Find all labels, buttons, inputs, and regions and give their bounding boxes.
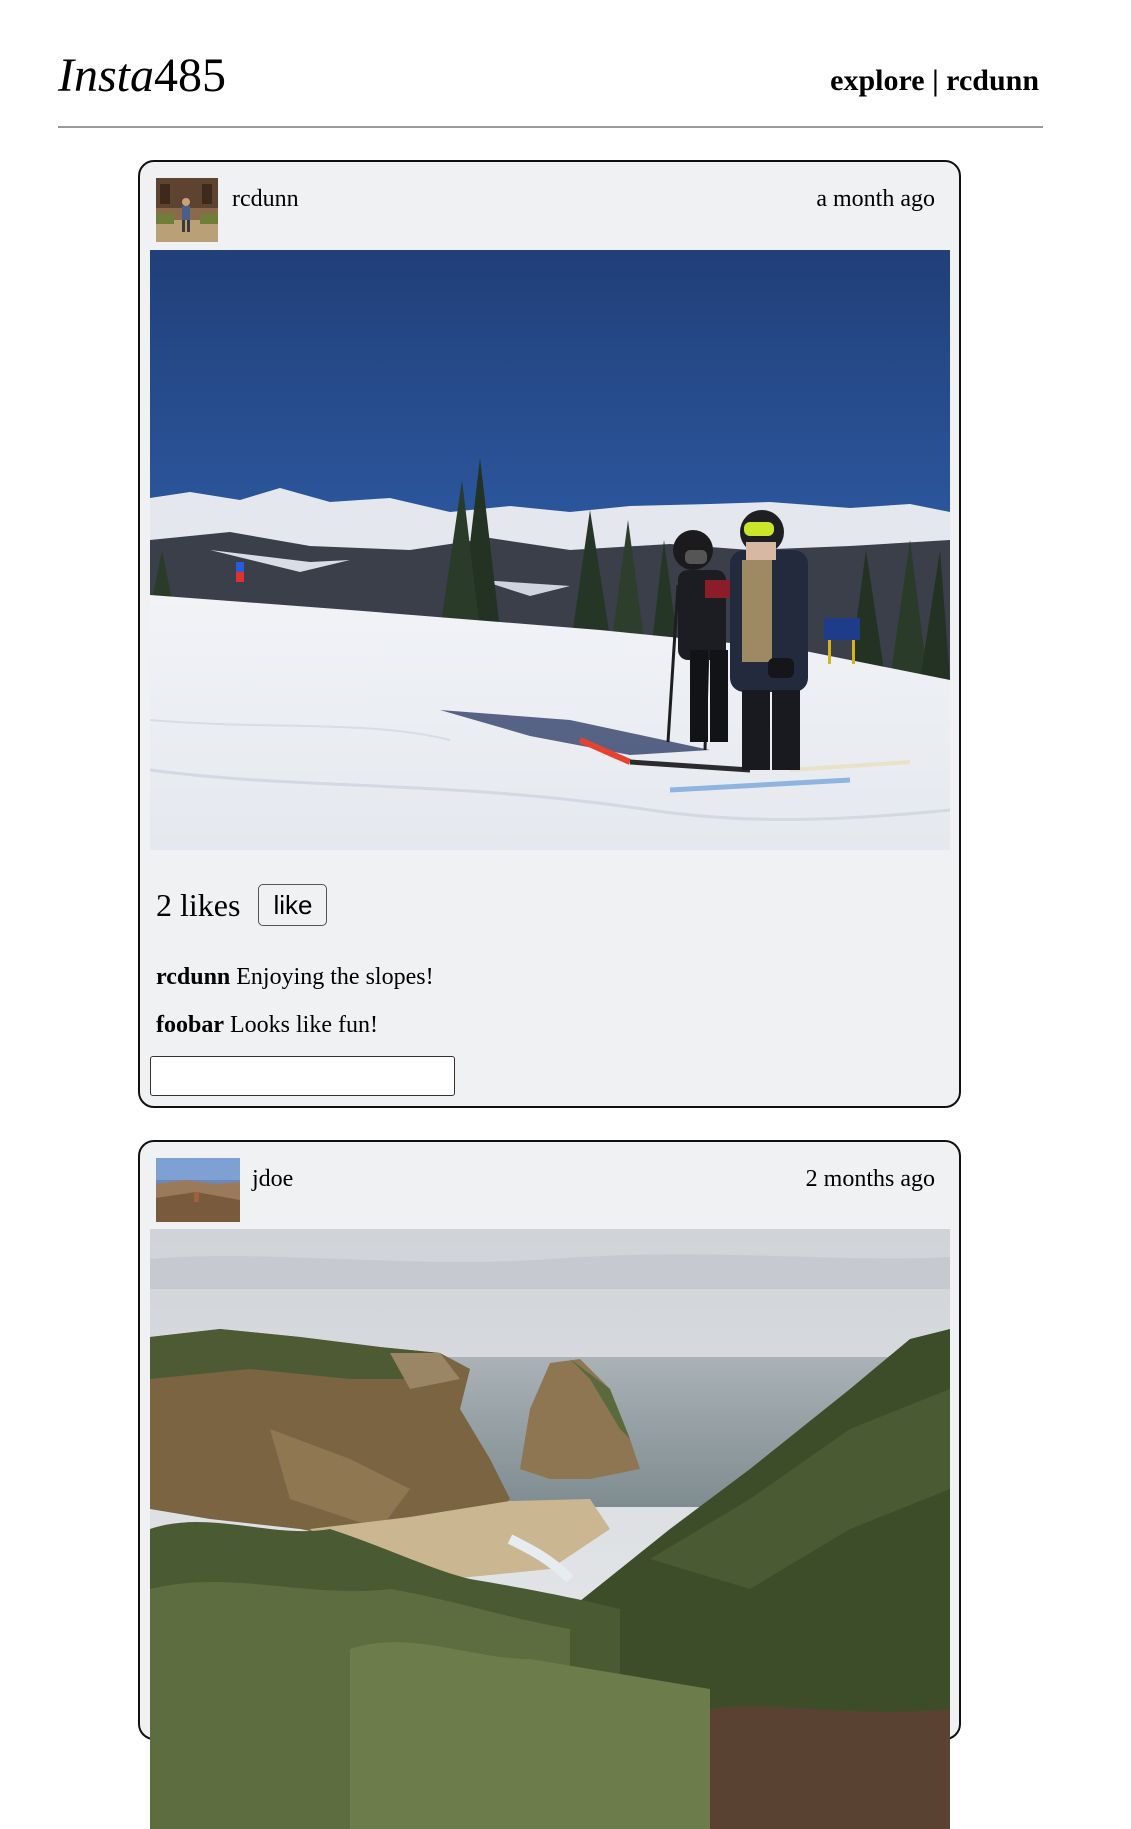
comment-author[interactable]: rcdunn [156, 964, 230, 990]
post-card: rcdunn a month ago 2 likes like rcdunn E… [138, 160, 961, 1108]
owner-avatar[interactable] [156, 1158, 240, 1222]
comment-author[interactable]: foobar [156, 1012, 224, 1038]
likes-count: 2 likes [156, 886, 241, 923]
comment-input[interactable] [150, 1056, 455, 1096]
logo-number: 485 [154, 49, 226, 102]
user-profile-link[interactable]: rcdunn [946, 64, 1039, 97]
like-button[interactable]: like [258, 884, 328, 926]
coastal-cliffs-photo [150, 1229, 950, 1829]
site-logo[interactable]: Insta485 [58, 52, 226, 100]
top-nav: explore | rcdunn [830, 64, 1039, 98]
post-timestamp[interactable]: a month ago [816, 186, 935, 213]
likes-row: 2 likes like [156, 884, 328, 926]
explore-link[interactable]: explore [830, 64, 924, 97]
owner-username[interactable]: jdoe [252, 1166, 293, 1193]
owner-avatar[interactable] [156, 178, 218, 242]
nav-separator: | [924, 64, 947, 97]
avatar-photo [156, 1158, 240, 1222]
post-card: jdoe 2 months ago [138, 1140, 961, 1829]
post-photo[interactable] [150, 250, 950, 850]
comment-text: Looks like fun! [230, 1012, 378, 1038]
avatar-photo [156, 178, 218, 242]
comment: foobar Looks like fun! [156, 1012, 378, 1039]
owner-username[interactable]: rcdunn [232, 186, 299, 213]
site-header: Insta485 explore | rcdunn [58, 48, 1043, 128]
post-timestamp[interactable]: 2 months ago [806, 1166, 935, 1193]
post-photo[interactable] [150, 1229, 950, 1829]
ski-slope-photo [150, 250, 950, 850]
comment-text: Enjoying the slopes! [236, 964, 434, 990]
logo-italic: Insta [58, 49, 154, 102]
comment: rcdunn Enjoying the slopes! [156, 964, 434, 991]
